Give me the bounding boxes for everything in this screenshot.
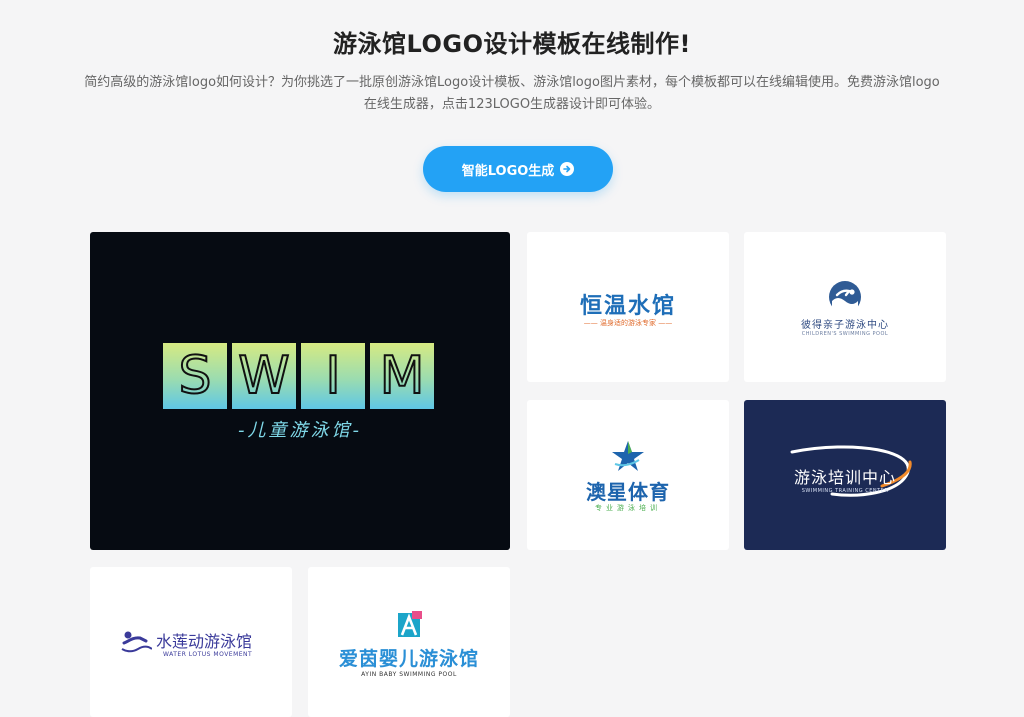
template-subtitle: AYIN BABY SWIMMING POOL (361, 671, 457, 678)
swim-logo-letters: S W I M (163, 343, 434, 409)
letter-a-icon (398, 611, 422, 637)
template-card-training-center[interactable]: 游泳培训中心 SWIMMING TRAINING CENTER (744, 400, 946, 550)
template-title: 水莲动游泳馆 (156, 632, 253, 651)
template-title: 恒温水馆 (579, 294, 676, 319)
template-subtitle: CHILDREN'S SWIMMING POOL (801, 331, 889, 337)
swim-letter: I (324, 346, 341, 406)
template-subtitle: WATER LOTUS MOVEMENT (163, 651, 253, 658)
template-subtitle: —— 温身适的游泳专家 —— (583, 319, 673, 327)
swimmer-icon (121, 631, 152, 653)
template-card-swim[interactable]: S W I M -儿童游泳馆- (90, 232, 510, 550)
template-title: 游泳培训中心 (793, 468, 896, 487)
template-card-hengwen[interactable]: 恒温水馆 —— 温身适的游泳专家 —— (527, 232, 729, 382)
template-title: 爱茵婴儿游泳馆 (338, 648, 479, 670)
template-title: 澳星体育 (586, 480, 670, 504)
swim-letter-box: M (370, 343, 434, 409)
template-title: 彼得亲子游泳中心 (801, 320, 889, 331)
swim-letter-box: I (301, 343, 365, 409)
template-card-ayin[interactable]: 爱茵婴儿游泳馆 AYIN BABY SWIMMING POOL (308, 567, 510, 717)
arrow-right-circle-icon (560, 162, 575, 176)
swim-letter-box: W (232, 343, 296, 409)
swim-letter: S (177, 346, 212, 406)
swim-letter: M (379, 346, 426, 406)
page-title: 游泳馆LOGO设计模板在线制作! (333, 30, 691, 58)
smart-logo-generate-button[interactable]: 智能LOGO生成 (423, 146, 613, 192)
star-icon (612, 441, 644, 471)
template-subtitle: -儿童游泳馆- (238, 420, 362, 441)
template-subtitle: 专业游泳培训 (595, 504, 661, 512)
swim-letter: W (237, 346, 290, 406)
swimmer-wave-icon (829, 281, 861, 314)
cta-label: 智能LOGO生成 (461, 163, 555, 179)
swim-letter-box: S (163, 343, 227, 409)
template-subtitle: SWIMMING TRAINING CENTER (801, 488, 889, 494)
template-card-aoxing[interactable]: 澳星体育 专业游泳培训 (527, 400, 729, 550)
template-card-peter[interactable]: 彼得亲子游泳中心 CHILDREN'S SWIMMING POOL (744, 232, 946, 382)
template-card-water-lotus[interactable]: 水莲动游泳馆 WATER LOTUS MOVEMENT (90, 567, 292, 717)
page-description: 简约高级的游泳馆logo如何设计？为你挑选了一批原创游泳馆Logo设计模板、游泳… (84, 75, 940, 112)
